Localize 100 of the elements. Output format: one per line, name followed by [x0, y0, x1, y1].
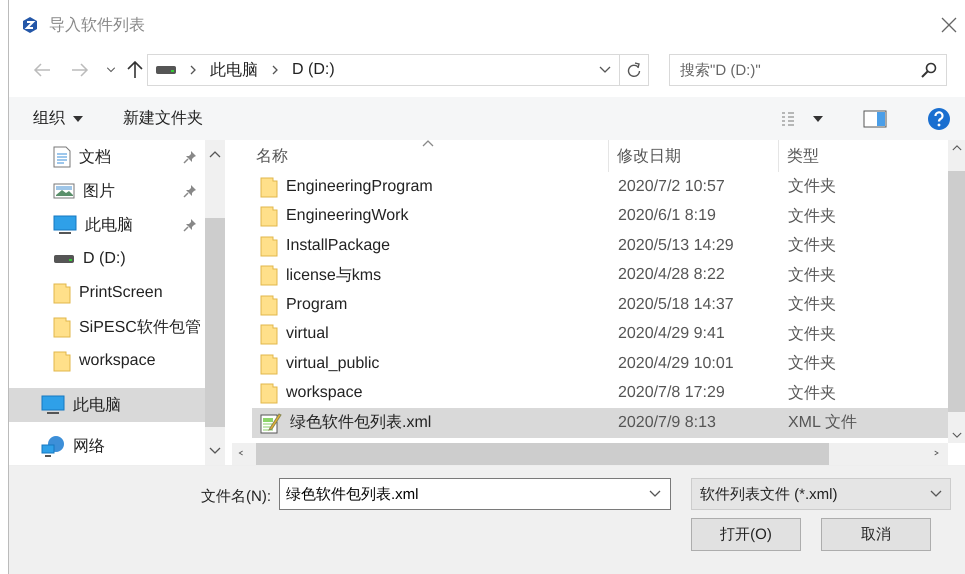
app-logo-icon [21, 16, 39, 34]
folder-icon [260, 176, 278, 198]
chevron-icon [190, 65, 196, 75]
caret-icon[interactable] [813, 116, 823, 122]
modified-date: 2020/4/29 9:41 [617, 325, 726, 344]
dropdown-caret-icon[interactable] [599, 66, 611, 74]
nav-item[interactable]: 图片 [9, 174, 205, 208]
refresh-icon[interactable] [627, 62, 641, 78]
modified-date: 2020/7/2 10:57 [617, 178, 726, 196]
modified-date: 2020/7/9 8:13 [617, 414, 717, 432]
network-icon [41, 435, 65, 457]
scroll-up-icon[interactable] [952, 144, 962, 151]
file-type: 文件夹 [787, 294, 837, 316]
folder-icon [260, 352, 278, 375]
file-type: 文件夹 [787, 176, 837, 198]
breadcrumb-item[interactable]: D (D:) [292, 61, 335, 79]
file-type-dropdown[interactable]: 软件列表文件 (*.xml) [691, 478, 951, 510]
nav-item[interactable]: 文档 [9, 140, 205, 174]
file-row[interactable]: EngineeringWork 2020/6/1 8:19 文件夹 [252, 202, 948, 231]
nav-item[interactable]: D (D:) [9, 242, 205, 276]
folder-icon [53, 282, 71, 304]
search-field[interactable]: 搜索"D (D:)" [669, 54, 947, 86]
drive-icon [53, 254, 75, 264]
file-type: 文件夹 [787, 384, 837, 404]
file-type: 文件夹 [787, 236, 837, 256]
file-type: 文件夹 [787, 354, 837, 374]
file-type: 文件夹 [787, 206, 837, 227]
nav-item[interactable]: 此电脑 [9, 208, 205, 242]
scrollbar[interactable] [948, 140, 965, 443]
nav-item[interactable]: SiPESC软件包管 [9, 310, 205, 344]
search-icon [921, 62, 937, 78]
picture-icon [53, 183, 75, 199]
dropdown-caret-icon[interactable] [930, 490, 942, 498]
scroll-down-icon[interactable] [209, 447, 221, 455]
folder-icon [53, 350, 71, 372]
up-arrow-icon[interactable] [127, 61, 143, 79]
file-row[interactable]: Program 2020/5/18 14:37 文件夹 [252, 290, 948, 320]
organize-menu[interactable]: 组织 [33, 108, 83, 129]
folder-icon [260, 323, 278, 346]
file-name: InstallPackage [286, 236, 390, 255]
help-icon[interactable] [927, 106, 951, 130]
file-type: XML 文件 [787, 412, 858, 434]
column-header[interactable]: 修改日期 [608, 140, 778, 172]
file-name: virtual [286, 325, 329, 344]
file-row[interactable]: InstallPackage 2020/5/13 14:29 文件夹 [252, 231, 948, 260]
nav-item[interactable]: 此电脑 [9, 388, 205, 422]
new-folder-button[interactable]: 新建文件夹 [123, 108, 203, 129]
close-icon[interactable] [941, 17, 957, 33]
chevron-icon [272, 65, 278, 75]
drive-icon [156, 66, 176, 74]
folder-icon [53, 316, 71, 338]
cancel-button[interactable]: 取消 [821, 518, 931, 551]
modified-date: 2020/5/13 14:29 [617, 236, 735, 255]
modified-date: 2020/7/8 17:29 [617, 384, 726, 402]
file-row[interactable]: EngineeringProgram 2020/7/2 10:57 文件夹 [252, 172, 948, 202]
modified-date: 2020/4/29 10:01 [617, 354, 735, 373]
file-name: Program [286, 296, 348, 314]
filename-field[interactable]: 绿色软件包列表.xml [279, 478, 671, 510]
open-button[interactable]: 打开(O) [691, 518, 801, 551]
file-name: EngineeringWork [286, 207, 408, 226]
nav-item[interactable]: workspace [9, 344, 205, 378]
recent-caret-icon[interactable] [106, 67, 116, 73]
modified-date: 2020/5/18 14:37 [617, 296, 735, 314]
scrollbar[interactable] [205, 140, 225, 465]
preview-pane-icon[interactable] [863, 110, 887, 128]
folder-icon [260, 382, 278, 404]
file-row[interactable]: virtual 2020/4/29 9:41 文件夹 [252, 320, 948, 349]
file-name: 绿色软件包列表.xml [290, 412, 432, 434]
file-name: license与kms [286, 266, 382, 286]
monitor-icon [53, 215, 77, 235]
scroll-up-icon[interactable] [209, 150, 221, 158]
scroll-left-icon[interactable] [238, 448, 246, 458]
folder-icon [260, 234, 278, 257]
nav-item[interactable]: 网络 [9, 426, 205, 466]
column-header[interactable]: 名称 [252, 146, 608, 166]
dropdown-caret-icon[interactable] [649, 490, 661, 498]
file-name: workspace [286, 384, 362, 402]
nav-item[interactable]: PrintScreen [9, 276, 205, 310]
scroll-down-icon[interactable] [952, 432, 962, 439]
folder-icon [260, 264, 278, 286]
file-name: EngineeringProgram [286, 178, 433, 196]
modified-date: 2020/6/1 8:19 [617, 207, 717, 226]
monitor-icon [41, 395, 65, 415]
sort-caret-icon [422, 140, 434, 147]
file-row[interactable]: license与kms 2020/4/28 8:22 文件夹 [252, 260, 948, 290]
modified-date: 2020/4/28 8:22 [617, 266, 726, 284]
horizontal-scrollbar[interactable] [232, 443, 948, 465]
file-row[interactable]: virtual_public 2020/4/29 10:01 文件夹 [252, 349, 948, 378]
address-bar[interactable]: 此电脑 D (D:) [147, 54, 649, 86]
file-type: 文件夹 [787, 266, 837, 286]
folder-icon [260, 294, 278, 316]
notepad-icon [260, 412, 282, 434]
file-name: virtual_public [286, 354, 380, 373]
file-row[interactable]: workspace 2020/7/8 17:29 文件夹 [252, 378, 948, 408]
folder-icon [260, 205, 278, 228]
breadcrumb-item[interactable]: 此电脑 [210, 60, 258, 80]
filename-label: 文件名(N): [201, 486, 272, 506]
file-type: 文件夹 [787, 324, 837, 345]
file-row[interactable]: 绿色软件包列表.xml 2020/7/9 8:13 XML 文件 [252, 408, 948, 438]
caret-icon [73, 116, 83, 122]
